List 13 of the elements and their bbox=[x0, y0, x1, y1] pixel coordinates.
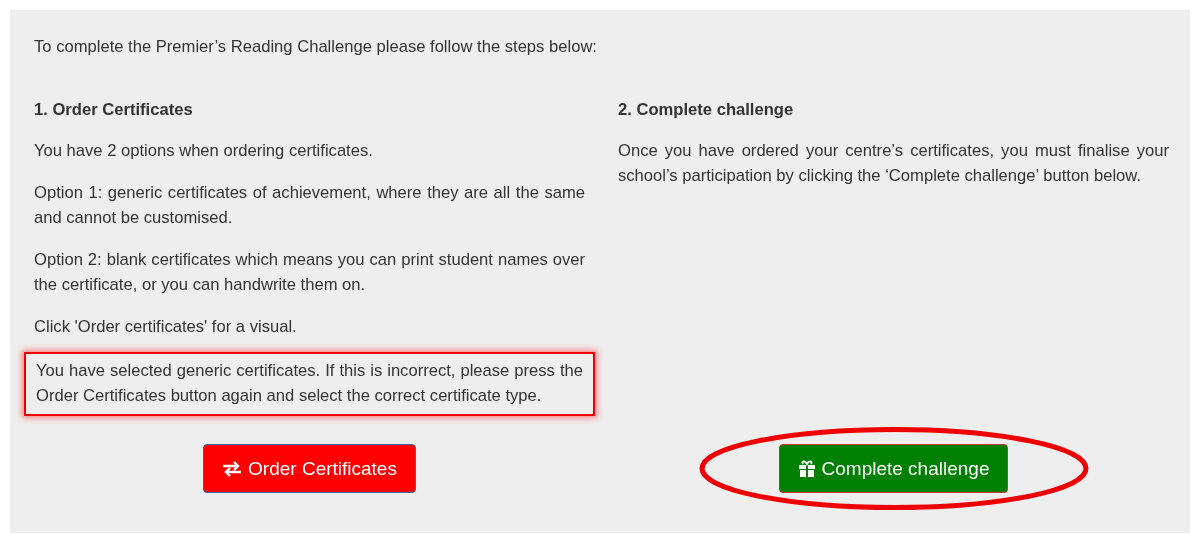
step-paragraph: You have 2 options when ordering certificates. bbox=[34, 140, 374, 162]
order-certificates-button[interactable]: Order Certificates bbox=[203, 444, 416, 493]
step-paragraph: Once you have ordered your centre’s certificates, you must finalise your school’s participation by clicking the ‘Complete challenge’ button below. bbox=[618, 140, 1169, 187]
step-heading: 2. Complete challenge bbox=[618, 99, 795, 121]
selection-notice: You have selected generic certificates. If this is incorrect, please press the Order Certificates button again and select the correct certificate type. bbox=[24, 352, 595, 416]
step-paragraph: Option 1: generic certificates of achievement, where they are all the same and cannot be customised. bbox=[34, 182, 585, 229]
step-heading: 1. Order Certificates bbox=[34, 99, 194, 121]
gift-icon bbox=[797, 459, 816, 478]
complete-challenge-button[interactable]: Complete challenge bbox=[778, 444, 1009, 493]
step-paragraph: Option 2: blank certificates which means you can print student names over the certificate, or you can handwrite them on. bbox=[34, 249, 585, 296]
step-paragraph: Click 'Order certificates' for a visual. bbox=[34, 316, 298, 338]
intro-text: To complete the Premier’s Reading Challenge please follow the steps below: bbox=[34, 36, 598, 58]
swap-arrows-icon bbox=[222, 460, 243, 477]
